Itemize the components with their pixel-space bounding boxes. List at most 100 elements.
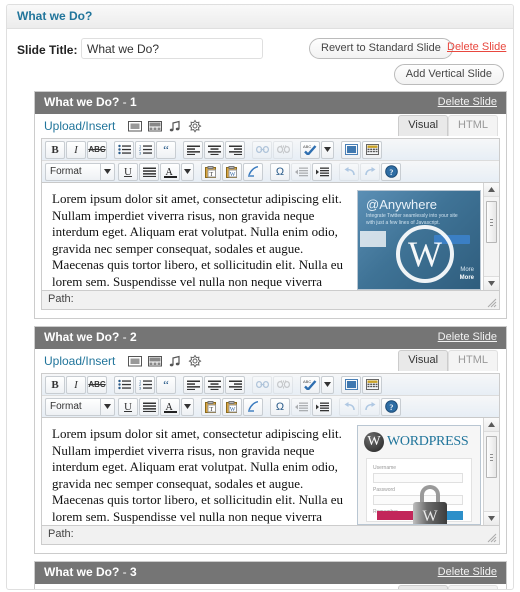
toggle-kitchen-sink-button[interactable] [362, 375, 382, 394]
spellcheck-button[interactable]: ABC [300, 140, 320, 159]
unlink-button[interactable] [273, 375, 293, 394]
scroll-down-icon[interactable] [484, 511, 499, 525]
bold-button[interactable]: B [45, 375, 65, 394]
ordered-list-button[interactable]: 123 [135, 375, 155, 394]
align-center-button[interactable] [204, 140, 224, 159]
strikethrough-button[interactable]: ABC [87, 375, 107, 394]
toggle-kitchen-sink-button[interactable] [362, 140, 382, 159]
add-image-icon[interactable] [128, 589, 142, 590]
text-color-dropdown-button[interactable] [181, 162, 194, 181]
editor-resize-handle-1[interactable] [487, 297, 497, 308]
paste-as-text-button[interactable]: T [201, 162, 221, 181]
unordered-list-button[interactable] [114, 375, 134, 394]
editor-resize-handle-2[interactable] [487, 532, 497, 543]
italic-button[interactable]: I [66, 140, 86, 159]
outdent-button[interactable] [291, 162, 311, 181]
add-media-icon[interactable] [188, 119, 202, 133]
spellcheck-dropdown-button[interactable] [321, 375, 334, 394]
delete-slide-button-1[interactable]: Delete Slide [438, 92, 497, 113]
scroll-up-icon[interactable] [484, 183, 499, 197]
blockquote-button[interactable]: “ [156, 140, 176, 159]
spellcheck-button[interactable]: ABC [300, 375, 320, 394]
tab-visual-2[interactable]: Visual [398, 350, 449, 371]
underline-button[interactable]: U [118, 397, 138, 416]
paste-from-word-button[interactable]: W [222, 162, 242, 181]
scroll-down-icon[interactable] [484, 276, 499, 290]
add-audio-icon[interactable] [168, 119, 182, 133]
editor-scrollbar-2[interactable] [483, 418, 499, 525]
media-icons-1 [128, 119, 202, 133]
slide-image-2[interactable]: W WORDPRESS Username Password Remember [357, 425, 481, 525]
banner-more-line2: More [459, 275, 474, 281]
editor-tabs-1: Visual HTML [398, 115, 498, 136]
undo-button[interactable] [339, 397, 359, 416]
outdent-button[interactable] [291, 397, 311, 416]
indent-button[interactable] [312, 397, 332, 416]
add-video-icon[interactable] [148, 119, 162, 133]
add-image-icon[interactable] [128, 119, 142, 133]
underline-button[interactable]: U [118, 162, 138, 181]
blockquote-button[interactable]: “ [156, 375, 176, 394]
remove-formatting-button[interactable] [243, 162, 263, 181]
justify-button[interactable] [139, 397, 159, 416]
scrollbar-thumb[interactable] [486, 201, 497, 243]
insert-link-button[interactable] [252, 375, 272, 394]
align-left-button[interactable] [183, 140, 203, 159]
remove-formatting-button[interactable] [243, 397, 263, 416]
tab-visual-1[interactable]: Visual [398, 115, 449, 136]
justify-button[interactable] [139, 162, 159, 181]
delete-slide-button-3[interactable]: Delete Slide [438, 562, 497, 583]
tab-html-2[interactable]: HTML [448, 350, 498, 371]
text-color-button[interactable]: A [160, 162, 180, 181]
unlink-button[interactable] [273, 140, 293, 159]
add-audio-icon[interactable] [168, 589, 182, 590]
special-character-button[interactable]: Ω [270, 397, 290, 416]
insert-more-tag-button[interactable] [341, 375, 361, 394]
tab-html-3[interactable]: HTML [448, 585, 498, 589]
scroll-up-icon[interactable] [484, 418, 499, 432]
revert-to-standard-slide-button[interactable]: Revert to Standard Slide [309, 38, 453, 59]
add-media-icon[interactable] [188, 354, 202, 368]
help-button[interactable]: ? [381, 162, 401, 181]
insert-link-button[interactable] [252, 140, 272, 159]
strikethrough-button[interactable]: ABC [87, 140, 107, 159]
editor-content-area-1[interactable]: Lorem ipsum dolor sit amet, consectetur … [42, 183, 499, 291]
delete-slide-link[interactable]: Delete Slide [447, 41, 506, 53]
align-right-button[interactable] [225, 140, 245, 159]
format-select[interactable]: Format [45, 162, 115, 181]
editor-scrollbar-1[interactable] [483, 183, 499, 290]
editor-content-area-2[interactable]: Lorem ipsum dolor sit amet, consectetur … [42, 418, 499, 526]
format-select[interactable]: Format [45, 397, 115, 416]
insert-more-tag-button[interactable] [341, 140, 361, 159]
slide-title-input[interactable] [81, 38, 263, 59]
align-left-button[interactable] [183, 375, 203, 394]
align-right-button[interactable] [225, 375, 245, 394]
help-button[interactable]: ? [381, 397, 401, 416]
undo-button[interactable] [339, 162, 359, 181]
add-audio-icon[interactable] [168, 354, 182, 368]
special-character-button[interactable]: Ω [270, 162, 290, 181]
delete-slide-button-2[interactable]: Delete Slide [438, 327, 497, 348]
spellcheck-dropdown-button[interactable] [321, 140, 334, 159]
add-vertical-slide-button[interactable]: Add Vertical Slide [393, 64, 504, 85]
text-color-dropdown-button[interactable] [181, 397, 194, 416]
redo-button[interactable] [360, 397, 380, 416]
add-image-icon[interactable] [128, 354, 142, 368]
add-video-icon[interactable] [148, 354, 162, 368]
italic-button[interactable]: I [66, 375, 86, 394]
add-video-icon[interactable] [148, 589, 162, 590]
paste-from-word-button[interactable]: W [222, 397, 242, 416]
tab-html-1[interactable]: HTML [448, 115, 498, 136]
redo-button[interactable] [360, 162, 380, 181]
indent-button[interactable] [312, 162, 332, 181]
ordered-list-button[interactable]: 123 [135, 140, 155, 159]
text-color-button[interactable]: A [160, 397, 180, 416]
slide-image-1[interactable]: @Anywhere Integrate Twitter seamlessly i… [357, 190, 481, 290]
add-media-icon[interactable] [188, 589, 202, 590]
bold-button[interactable]: B [45, 140, 65, 159]
unordered-list-button[interactable] [114, 140, 134, 159]
tab-visual-3[interactable]: Visual [398, 585, 449, 589]
align-center-button[interactable] [204, 375, 224, 394]
paste-as-text-button[interactable]: T [201, 397, 221, 416]
scrollbar-thumb[interactable] [486, 436, 497, 478]
